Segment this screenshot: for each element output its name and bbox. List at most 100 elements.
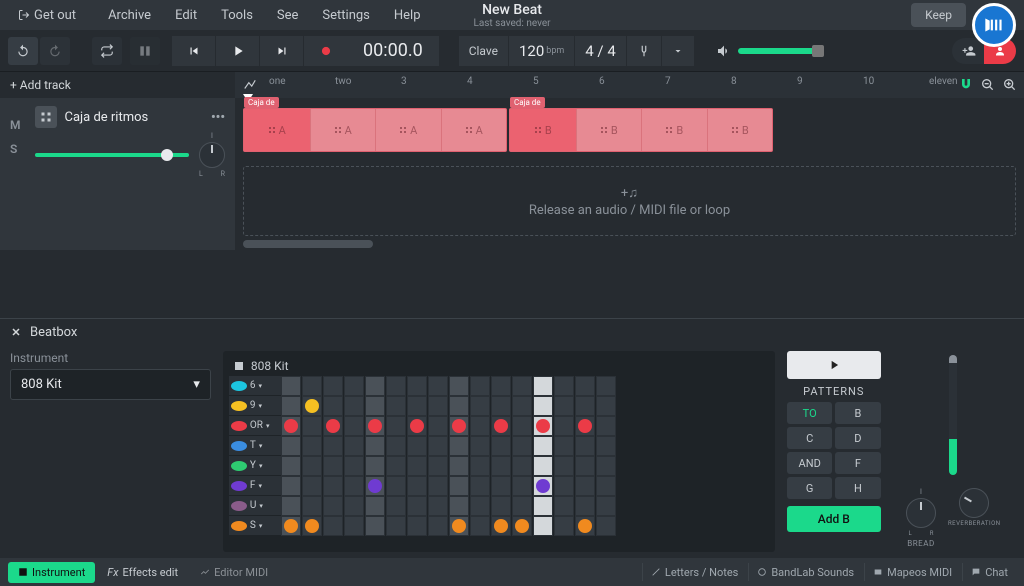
seq-cell[interactable] — [281, 516, 301, 536]
seq-cell[interactable] — [596, 436, 616, 456]
seq-cell[interactable] — [365, 436, 385, 456]
get-out-button[interactable]: Get out — [8, 4, 86, 27]
seq-cell[interactable] — [344, 396, 364, 416]
seq-cell[interactable] — [428, 416, 448, 436]
zoom-in-icon[interactable] — [1002, 77, 1018, 93]
seq-cell[interactable] — [575, 516, 595, 536]
seq-cell[interactable] — [344, 376, 364, 396]
seq-cell[interactable] — [554, 396, 574, 416]
seq-cell[interactable] — [407, 496, 427, 516]
seq-cell[interactable] — [596, 496, 616, 516]
seq-cell[interactable] — [575, 496, 595, 516]
seq-cell[interactable] — [470, 496, 490, 516]
seq-cell[interactable] — [512, 396, 532, 416]
seq-cell[interactable] — [302, 456, 322, 476]
seq-cell[interactable] — [281, 476, 301, 496]
seq-cell[interactable] — [302, 496, 322, 516]
seq-cell[interactable] — [491, 376, 511, 396]
menu-see[interactable]: See — [267, 4, 309, 27]
seq-cell[interactable] — [470, 516, 490, 536]
seq-cell[interactable] — [428, 396, 448, 416]
seq-cell[interactable] — [386, 496, 406, 516]
menu-tools[interactable]: Tools — [211, 4, 263, 27]
seq-cell[interactable] — [323, 396, 343, 416]
seq-cell[interactable] — [407, 436, 427, 456]
master-volume-slider[interactable] — [738, 48, 818, 54]
menu-help[interactable]: Help — [384, 4, 431, 27]
seq-cell[interactable] — [512, 456, 532, 476]
seq-cell[interactable] — [365, 416, 385, 436]
seq-cell[interactable] — [554, 436, 574, 456]
seq-cell[interactable] — [533, 476, 553, 496]
seq-cell[interactable] — [512, 516, 532, 536]
seq-cell[interactable] — [323, 496, 343, 516]
track-lane[interactable]: Caja deAAAACaja deBBBB +♫ Release an aud… — [235, 98, 1024, 250]
seq-cell[interactable] — [407, 416, 427, 436]
track-menu-icon[interactable]: ••• — [211, 110, 225, 125]
keep-button[interactable]: Keep — [911, 3, 966, 27]
drum-label[interactable]: F▾ — [229, 476, 281, 496]
seq-cell[interactable] — [491, 476, 511, 496]
drum-label[interactable]: Y▾ — [229, 456, 281, 476]
chat-button[interactable]: Chat — [962, 563, 1016, 581]
seq-cell[interactable] — [554, 496, 574, 516]
seq-cell[interactable] — [533, 436, 553, 456]
metronome-button[interactable] — [130, 37, 160, 65]
seq-cell[interactable] — [323, 416, 343, 436]
seq-cell[interactable] — [596, 396, 616, 416]
seq-cell[interactable] — [449, 496, 469, 516]
instrument-tab[interactable]: Instrument — [8, 562, 95, 583]
seq-cell[interactable] — [512, 496, 532, 516]
seq-cell[interactable] — [596, 416, 616, 436]
seq-cell[interactable] — [365, 396, 385, 416]
seq-cell[interactable] — [575, 456, 595, 476]
seq-cell[interactable] — [470, 376, 490, 396]
record-button[interactable] — [304, 36, 348, 66]
seq-cell[interactable] — [491, 496, 511, 516]
seq-cell[interactable] — [470, 416, 490, 436]
seq-cell[interactable] — [386, 416, 406, 436]
pattern-button[interactable]: AND — [787, 452, 832, 474]
seq-cell[interactable] — [365, 376, 385, 396]
seq-cell[interactable] — [407, 516, 427, 536]
seq-cell[interactable] — [323, 516, 343, 536]
seq-cell[interactable] — [449, 416, 469, 436]
seq-cell[interactable] — [407, 476, 427, 496]
track-name[interactable]: Caja de ritmos — [65, 110, 203, 125]
timeline-ruler[interactable]: onetwo345678910eleven — [235, 72, 1024, 98]
app-logo-icon[interactable] — [972, 3, 1016, 47]
pattern-button[interactable]: D — [835, 427, 880, 449]
track-header[interactable]: M S Caja de ritmos ••• I LR — [0, 98, 235, 250]
tuning-fork-icon[interactable] — [627, 36, 661, 66]
seq-cell[interactable] — [344, 516, 364, 536]
seq-cell[interactable] — [533, 456, 553, 476]
letters-notes-button[interactable]: Letters / Notes — [642, 563, 746, 581]
seq-cell[interactable] — [575, 436, 595, 456]
seq-cell[interactable] — [428, 476, 448, 496]
seq-cell[interactable] — [470, 436, 490, 456]
midi-editor-tab[interactable]: Editor MIDI — [190, 562, 278, 583]
seq-cell[interactable] — [386, 376, 406, 396]
seq-cell[interactable] — [512, 436, 532, 456]
seq-cell[interactable] — [386, 396, 406, 416]
seq-cell[interactable] — [344, 456, 364, 476]
play-button[interactable] — [216, 36, 260, 66]
drum-label[interactable]: S▾ — [229, 516, 281, 536]
seq-cell[interactable] — [365, 476, 385, 496]
fx-tab[interactable]: Fx Effects edit — [97, 562, 188, 583]
seq-cell[interactable] — [281, 496, 301, 516]
seq-cell[interactable] — [323, 476, 343, 496]
automation-tool-icon[interactable] — [235, 78, 265, 92]
seq-cell[interactable] — [470, 476, 490, 496]
bread-knob[interactable] — [906, 498, 936, 528]
seq-cell[interactable] — [365, 496, 385, 516]
midi-mappings-button[interactable]: Mapeos MIDI — [864, 563, 960, 581]
seq-cell[interactable] — [533, 496, 553, 516]
seq-cell[interactable] — [470, 456, 490, 476]
drum-label[interactable]: T▾ — [229, 436, 281, 456]
seq-cell[interactable] — [428, 436, 448, 456]
seq-cell[interactable] — [407, 376, 427, 396]
seq-cell[interactable] — [386, 516, 406, 536]
next-button[interactable] — [260, 36, 304, 66]
zoom-out-icon[interactable] — [980, 77, 996, 93]
